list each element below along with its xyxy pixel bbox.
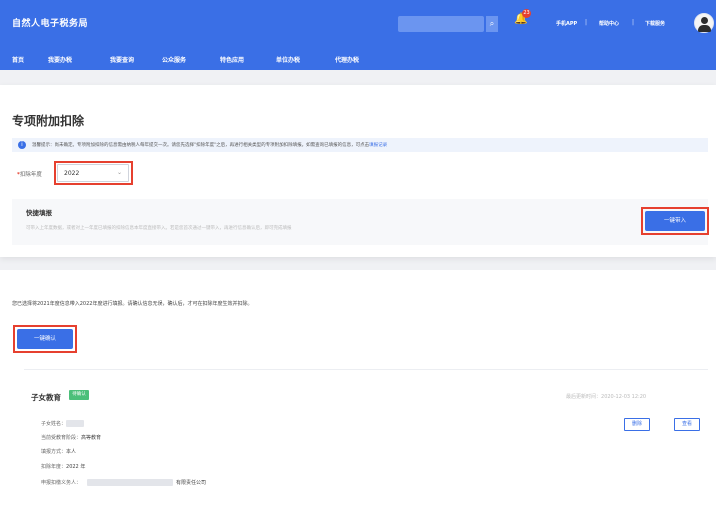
page-title: 专项附加扣除 <box>12 114 85 128</box>
field-education-stage: 当前受教育阶段：高等教育 <box>41 435 102 441</box>
quick-fill-description: 可带入上年度数据，或者对上一年度已填报的扣除信息本年度直接带入。若是您首次通过一… <box>26 226 292 231</box>
notification-badge: 23 <box>522 9 531 18</box>
deduction-record <box>24 369 708 517</box>
header-divider: | <box>632 19 635 26</box>
highlight-box <box>54 161 133 185</box>
brand-title[interactable]: 自然人电子税务局 <box>12 16 88 29</box>
view-button[interactable]: 查看 <box>674 418 700 431</box>
confirm-intro: 您已选择将2021年度信息带入2022年度进行填报。请确认信息无误，确认后，才可… <box>12 301 253 307</box>
year-label: *扣除年度 <box>17 172 42 178</box>
field-child-name: 子女姓名： <box>41 420 85 427</box>
nav-item-tax-filing[interactable]: 我要办税 <box>48 55 72 64</box>
field-withholding-agent: 申报扣缴义务人： 有限责任公司 <box>41 479 207 486</box>
download-link[interactable]: 下载服务 <box>645 20 665 27</box>
mobile-app-link[interactable]: 手机APP <box>556 20 577 27</box>
nav-item-unit-tax[interactable]: 单位办税 <box>276 55 300 64</box>
record-link[interactable]: 填报记录 <box>369 143 387 148</box>
search-icon[interactable]: ⌕ <box>486 16 498 32</box>
header-divider: | <box>585 19 588 26</box>
highlight-box <box>641 207 709 235</box>
search-input[interactable] <box>398 16 484 32</box>
quick-fill-title: 快捷填报 <box>26 209 52 217</box>
top-header: 自然人电子税务局 ⌕ 🔔 23 手机APP | 帮助中心 | 下载服务 <box>0 0 716 46</box>
delete-button[interactable]: 删除 <box>624 418 650 431</box>
avatar[interactable] <box>694 13 714 33</box>
quick-fill-section: 快捷填报 可带入上年度数据，或者对上一年度已填报的扣除信息本年度直接带入。若是您… <box>12 199 708 245</box>
nav-item-home[interactable]: 首页 <box>12 55 24 64</box>
notice-text: 温馨提示：尚未确定。专项附加扣除的信息需由纳税人每年提交一次。请您先选择"扣除年… <box>32 143 388 148</box>
info-icon: i <box>18 141 26 149</box>
nav-item-query[interactable]: 我要查询 <box>110 55 134 64</box>
record-title: 子女教育 <box>31 393 61 402</box>
field-fill-method: 填报方式：本人 <box>41 449 77 455</box>
main-nav: 首页 我要办税 我要查询 公众服务 特色应用 单位办税 代理办税 <box>0 46 716 70</box>
nav-item-features[interactable]: 特色应用 <box>220 55 244 64</box>
help-center-link[interactable]: 帮助中心 <box>599 20 619 27</box>
nav-item-public-service[interactable]: 公众服务 <box>162 55 186 64</box>
nav-item-agent-tax[interactable]: 代理办税 <box>335 55 359 64</box>
field-deduction-year: 扣除年度：2022 年 <box>41 464 86 470</box>
highlight-box <box>13 325 77 353</box>
notice-bar: i 温馨提示：尚未确定。专项附加扣除的信息需由纳税人每年提交一次。请您先选择"扣… <box>12 138 708 152</box>
status-badge: 待确认 <box>69 390 89 400</box>
last-updated: 最后更新时间：2020-12-03 12:20 <box>566 394 647 400</box>
